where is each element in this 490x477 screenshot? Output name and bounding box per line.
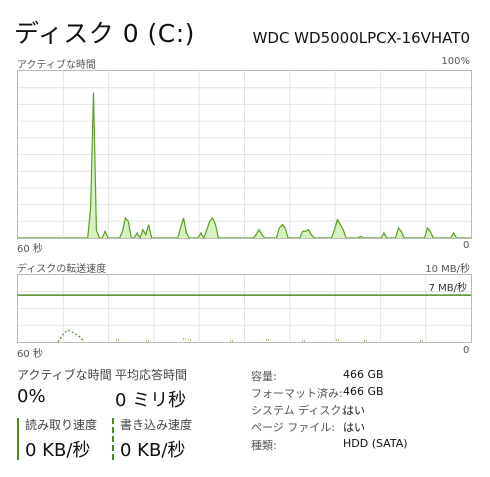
- transfer-ref-label: 7 MB/秒: [428, 283, 467, 294]
- disk-model: WDC WD5000LPCX-16VHAT0: [252, 29, 470, 47]
- active-time-graph: [17, 70, 472, 239]
- write-speed-indicator: [112, 418, 114, 460]
- active-time-graph-label: アクティブな時間: [17, 60, 96, 71]
- transfer-graph-max: 10 MB/秒: [425, 264, 470, 275]
- pagefile-value: はい: [343, 421, 365, 434]
- capacity-value: 466 GB: [343, 368, 384, 381]
- active-time-x-left: 60 秒: [17, 244, 43, 255]
- capacity-label: 容量:: [251, 370, 277, 383]
- write-series-line: [57, 329, 85, 342]
- transfer-chart: [18, 275, 471, 342]
- formatted-label: フォーマット済み:: [251, 387, 343, 400]
- write-speed-value: 0 KB/秒: [120, 440, 186, 461]
- type-label: 種類:: [251, 439, 277, 452]
- formatted-value: 466 GB: [343, 385, 384, 398]
- response-time-label: 平均応答時間: [115, 368, 188, 382]
- active-time-stat-label: アクティブな時間: [17, 368, 112, 382]
- read-speed-value: 0 KB/秒: [25, 440, 91, 461]
- response-time-value: 0 ミリ秒: [115, 390, 187, 411]
- page-title: ディスク 0 (C:): [14, 19, 195, 48]
- system-disk-label: システム ディスク:: [251, 404, 346, 417]
- active-time-x-right: 0: [463, 240, 470, 251]
- transfer-graph-label: ディスクの転送速度: [17, 264, 107, 275]
- read-speed-indicator: [17, 418, 19, 460]
- transfer-graph: 7 MB/秒: [17, 274, 472, 343]
- active-time-chart: [18, 71, 471, 238]
- transfer-x-left: 60 秒: [17, 349, 43, 360]
- active-time-stat-value: 0%: [17, 386, 46, 407]
- pagefile-label: ページ ファイル:: [251, 421, 335, 434]
- write-speed-label: 書き込み速度: [120, 418, 193, 432]
- transfer-x-right: 0: [463, 345, 470, 356]
- system-disk-value: はい: [343, 404, 365, 417]
- read-speed-label: 読み取り速度: [25, 418, 98, 432]
- active-time-graph-max: 100%: [441, 56, 470, 67]
- type-value: HDD (SATA): [343, 437, 408, 450]
